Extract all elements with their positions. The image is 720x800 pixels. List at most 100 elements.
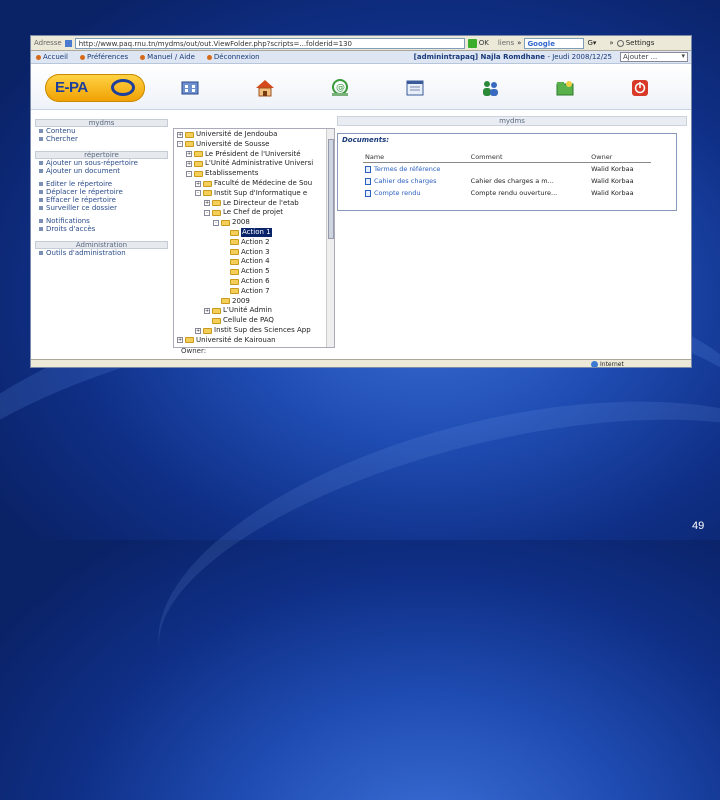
slide-page-number: 49 <box>692 520 705 532</box>
tree-node-label[interactable]: Le Directeur de l'etab <box>223 199 299 208</box>
tree-node[interactable]: 2009 <box>213 297 250 306</box>
tree-node-label[interactable]: Université de Jendouba <box>196 130 277 139</box>
expand-icon[interactable]: + <box>204 307 210 314</box>
expand-icon[interactable]: + <box>177 131 183 138</box>
tree-node-label[interactable]: Le Chef de projet <box>223 208 283 217</box>
links-label[interactable]: liens <box>498 39 514 47</box>
tree-node-label[interactable]: Action 4 <box>241 257 270 266</box>
tree-node-label[interactable]: Action 3 <box>241 248 270 257</box>
tree-node[interactable]: - Etablissements <box>186 169 258 178</box>
tree-node-label[interactable]: Action 2 <box>241 238 270 247</box>
document-name[interactable]: Compte rendu <box>374 189 420 197</box>
column-header-comment[interactable]: Comment <box>468 152 590 163</box>
expand-icon[interactable]: + <box>186 160 192 167</box>
tree-node[interactable]: + Faculté de Médecine de Sou <box>195 179 312 188</box>
tree-node-label[interactable]: Instit Sup d'Informatique e <box>214 189 307 198</box>
menu-item-accueil[interactable]: Accueil <box>36 53 68 61</box>
tree-node[interactable]: Action 3 <box>222 248 270 257</box>
document-icon[interactable] <box>404 78 426 98</box>
epaq-logo[interactable]: E-PA <box>45 74 145 102</box>
expand-icon[interactable]: + <box>177 337 183 344</box>
tree-node-label[interactable]: Etablissements <box>205 169 258 178</box>
sidebar-item-admin-tools[interactable]: Outils d'administration <box>35 249 168 257</box>
sidebar-item-watch-folder[interactable]: Surveiller ce dossier <box>35 204 168 212</box>
menu-item-deconnexion[interactable]: Déconnexion <box>206 53 260 61</box>
collapse-icon[interactable]: - <box>204 209 210 216</box>
url-field[interactable]: http://www.paq.rnu.tn/mydms/out/out.View… <box>74 37 465 49</box>
tree-node-label[interactable]: Université de Kairouan <box>196 336 276 345</box>
expand-icon[interactable]: + <box>195 327 201 334</box>
tree-node[interactable]: + L'Unité Administrative Universi <box>186 159 313 168</box>
tree-node-label[interactable]: Action 7 <box>241 287 270 296</box>
jump-dropdown[interactable]: Ajouter ... <box>620 52 688 62</box>
tree-node-label[interactable]: 2008 <box>232 218 250 227</box>
tree-node-label[interactable]: Action 1 <box>241 228 272 237</box>
tree-node[interactable]: + L'Unité Admin <box>204 306 272 315</box>
tree-node-label[interactable]: Le Président de l'Université <box>205 150 301 159</box>
sidebar-item-edit-folder[interactable]: Editer le répertoire <box>35 180 168 188</box>
sidebar-item-add-subfolder[interactable]: Ajouter un sous-répertoire <box>35 159 168 167</box>
tree-node[interactable]: Action 4 <box>222 257 270 266</box>
go-button[interactable]: OK <box>467 38 489 48</box>
tree-node[interactable]: + Université de Jendouba <box>177 130 277 139</box>
expand-icon[interactable]: + <box>195 180 201 187</box>
tree-node-label[interactable]: Faculté de Médecine de Sou <box>214 179 312 188</box>
tree-node-label[interactable]: L'Unité Administrative Universi <box>205 159 313 168</box>
column-header-owner[interactable]: Owner <box>589 152 651 163</box>
tree-node-label[interactable]: Action 5 <box>241 267 270 276</box>
column-header-name[interactable]: Name <box>363 152 469 163</box>
menu-item-preferences[interactable]: Préférences <box>80 53 128 61</box>
sidebar-item-access-rights[interactable]: Droits d'accès <box>35 225 168 233</box>
home-icon[interactable] <box>254 78 276 98</box>
tree-node[interactable]: + Université de Kairouan <box>177 336 276 345</box>
tree-node[interactable]: Action 7 <box>222 287 270 296</box>
collapse-icon[interactable]: - <box>213 219 219 226</box>
tree-node-label[interactable]: 2009 <box>232 297 250 306</box>
tree-node[interactable]: - Université de Sousse <box>177 140 269 149</box>
tree-scrollbar[interactable] <box>326 129 334 347</box>
tree-node[interactable]: Action 5 <box>222 267 270 276</box>
document-name[interactable]: Termes de référence <box>374 165 440 173</box>
organization-icon[interactable] <box>179 78 201 98</box>
menu-item-aide[interactable]: Manuel / Aide <box>140 53 195 61</box>
tree-node[interactable]: + Le Directeur de l'etab <box>204 199 299 208</box>
tree-node[interactable]: Action 1 <box>222 228 272 237</box>
tree-node-label[interactable]: Action 6 <box>241 277 270 286</box>
table-row[interactable]: Cahier des charges Cahier des charges a … <box>363 175 651 187</box>
table-row[interactable]: Termes de référence Walid Korbaa <box>363 163 651 176</box>
tree-node[interactable]: + Le Président de l'Université <box>186 150 301 159</box>
tree-node-label[interactable]: L'Unité Admin <box>223 306 272 315</box>
sidebar-item-contenu[interactable]: Contenu <box>35 127 168 135</box>
settings-button[interactable]: Settings <box>616 39 654 47</box>
tree-node[interactable]: - Le Chef de projet <box>204 208 283 217</box>
tree-node[interactable]: + Instit Sup des Sciences App <box>195 326 311 335</box>
tree-node[interactable]: Action 2 <box>222 238 270 247</box>
tree-node[interactable]: - Instit Sup d'Informatique e <box>195 189 307 198</box>
folder-icon[interactable] <box>554 78 576 98</box>
sidebar-item-chercher[interactable]: Chercher <box>35 135 168 143</box>
sidebar-item-delete-folder[interactable]: Effacer le répertoire <box>35 196 168 204</box>
tree-node[interactable]: - 2008 <box>213 218 250 227</box>
collapse-icon[interactable]: - <box>177 141 183 148</box>
table-row[interactable]: Compte rendu Compte rendu ouverture... W… <box>363 187 651 199</box>
tree-node[interactable]: Action 6 <box>222 277 270 286</box>
tree-node[interactable]: Cellule de PAQ <box>204 316 274 325</box>
mail-icon[interactable]: @ <box>329 78 351 98</box>
expand-icon[interactable]: + <box>204 200 210 207</box>
sidebar-item-notifications[interactable]: Notifications <box>35 217 168 225</box>
google-search-box[interactable]: Google <box>524 37 585 49</box>
document-owner: Walid Korbaa <box>591 165 634 173</box>
expand-icon[interactable]: + <box>186 151 192 158</box>
users-icon[interactable] <box>479 78 501 98</box>
google-dropdown-icon[interactable]: G▾ <box>587 39 596 47</box>
collapse-icon[interactable]: - <box>195 190 201 197</box>
tree-node-label[interactable]: Cellule de PAQ <box>223 316 274 325</box>
document-name[interactable]: Cahier des charges <box>374 177 437 185</box>
tree-node-label[interactable]: Instit Sup des Sciences App <box>214 326 311 335</box>
sidebar-item-add-document[interactable]: Ajouter un document <box>35 167 168 175</box>
sidebar-item-move-folder[interactable]: Déplacer le répertoire <box>35 188 168 196</box>
power-icon[interactable] <box>629 78 651 98</box>
tree-scroll-thumb[interactable] <box>328 139 334 239</box>
collapse-icon[interactable]: - <box>186 170 192 177</box>
tree-node-label[interactable]: Université de Sousse <box>196 140 269 149</box>
